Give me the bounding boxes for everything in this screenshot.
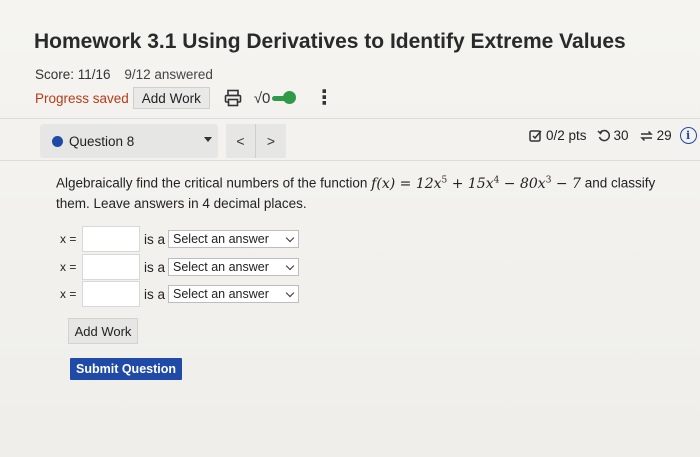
x-value-input[interactable] (82, 254, 140, 280)
question-status-dot-icon (52, 135, 63, 147)
is-a-label: is a (144, 231, 166, 247)
retries-count: 30 (613, 128, 629, 143)
score-text: Score: 11/16 (35, 67, 111, 82)
next-question-button[interactable]: > (256, 124, 286, 158)
x-label: x = (60, 232, 77, 246)
answer-row: x = is a Select an answer (60, 281, 300, 307)
classification-select[interactable]: Select an answer (168, 285, 300, 303)
classification-select[interactable]: Select an answer (168, 230, 300, 248)
divider (0, 160, 700, 161)
score-row: Score: 11/16 9/12 answered (35, 67, 213, 82)
attempts-icon (639, 130, 653, 141)
divider (0, 118, 700, 119)
submit-question-button[interactable]: Submit Question (70, 358, 182, 380)
previous-question-button[interactable]: < (226, 124, 256, 158)
status-row: Progress saved Add Work √0 ⋮ (35, 86, 334, 110)
chevron-down-icon (285, 288, 295, 298)
question-selector[interactable]: Question 8 (40, 124, 218, 158)
chevron-down-icon (285, 233, 295, 243)
print-icon[interactable] (224, 89, 242, 107)
question-label: Question 8 (69, 133, 135, 149)
x-value-input[interactable] (82, 226, 140, 252)
progress-saved-status: Progress saved (35, 90, 129, 106)
caret-down-icon (204, 137, 212, 142)
add-work-button[interactable]: Add Work (68, 318, 138, 344)
page: Homework 3.1 Using Derivatives to Identi… (0, 0, 700, 457)
answer-row: x = is a Select an answer (60, 226, 300, 252)
checkbox-pencil-icon (529, 129, 542, 142)
function-expression: f(x) = 12x5 + 15x4 − 80x3 − 7 (371, 175, 581, 192)
question-prompt: Algebraically find the critical numbers … (56, 171, 676, 213)
math-preview-icon[interactable]: √0 (254, 90, 271, 107)
x-value-input[interactable] (82, 281, 140, 307)
is-a-label: is a (144, 259, 166, 275)
points-text: 0/2 pts (546, 128, 587, 143)
more-options-icon[interactable]: ⋮ (314, 88, 334, 108)
question-stats: 0/2 pts 30 29 i (529, 127, 697, 144)
add-work-top-button[interactable]: Add Work (132, 87, 210, 109)
retry-icon (597, 129, 610, 141)
page-title: Homework 3.1 Using Derivatives to Identi… (34, 30, 626, 53)
is-a-label: is a (144, 286, 166, 302)
x-label: x = (60, 260, 77, 274)
classification-select[interactable]: Select an answer (168, 258, 300, 276)
toggle-icon[interactable] (272, 91, 297, 105)
chevron-down-icon (285, 261, 295, 271)
info-icon[interactable]: i (679, 127, 697, 144)
answered-count: 9/12 answered (124, 67, 213, 82)
answer-row: x = is a Select an answer (60, 254, 300, 280)
prompt-lead: Algebraically find the critical numbers … (56, 175, 372, 191)
x-label: x = (60, 287, 77, 301)
attempts-count: 29 (656, 128, 672, 143)
